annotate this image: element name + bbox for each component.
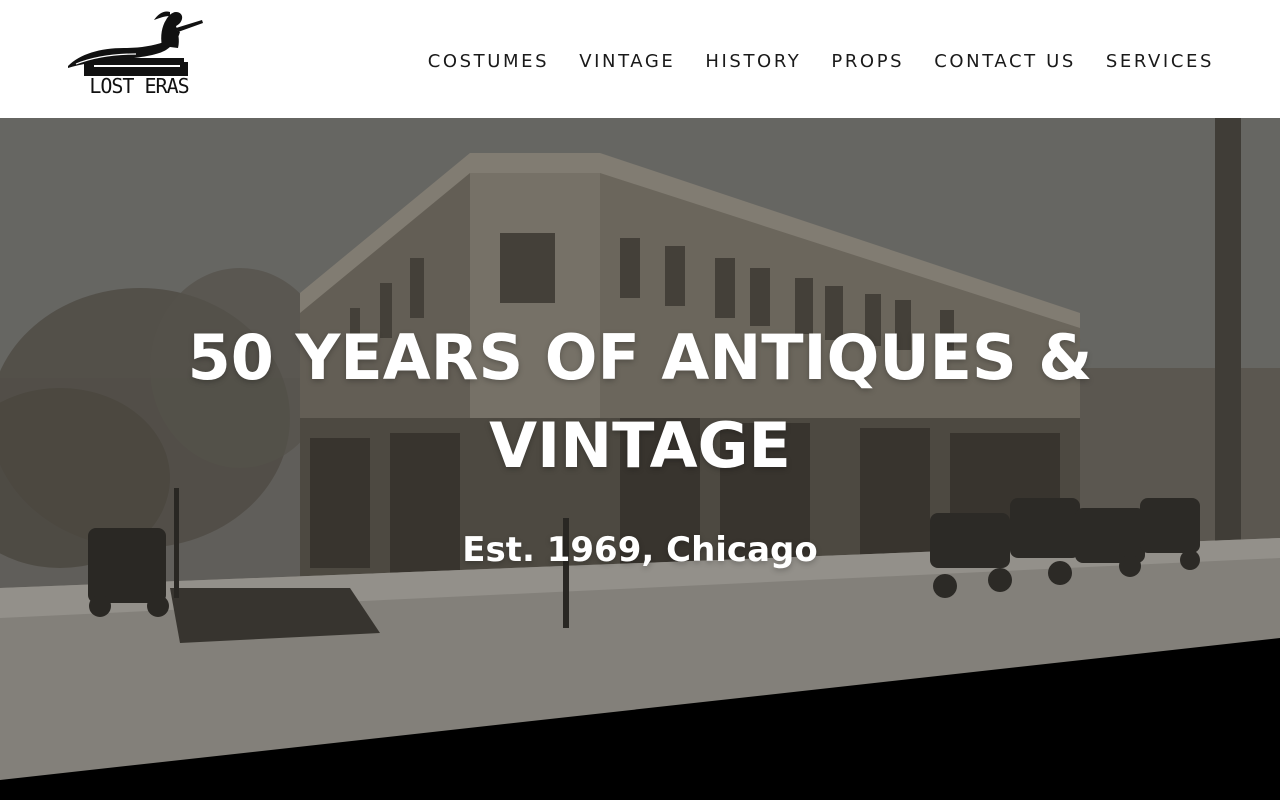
reclining-figure-logo-icon <box>68 11 203 76</box>
nav-costumes[interactable]: COSTUMES <box>428 51 549 72</box>
site-header: LOST ERAS COSTUMES VINTAGE HISTORY PROPS… <box>0 0 1280 118</box>
nav-services[interactable]: SERVICES <box>1106 51 1214 72</box>
nav-vintage[interactable]: VINTAGE <box>579 51 675 72</box>
nav-contact-us[interactable]: CONTACT US <box>934 51 1076 72</box>
hero-section: 50 YEARS OF ANTIQUES & VINTAGE Est. 1969… <box>0 118 1280 800</box>
logo-wordmark: LOST ERAS <box>89 74 189 98</box>
hero-diagonal-band <box>0 638 1280 800</box>
nav-history[interactable]: HISTORY <box>705 51 801 72</box>
logo-link[interactable]: LOST ERAS <box>66 6 206 102</box>
main-nav: COSTUMES VINTAGE HISTORY PROPS CONTACT U… <box>428 48 1214 74</box>
nav-props[interactable]: PROPS <box>831 51 904 72</box>
